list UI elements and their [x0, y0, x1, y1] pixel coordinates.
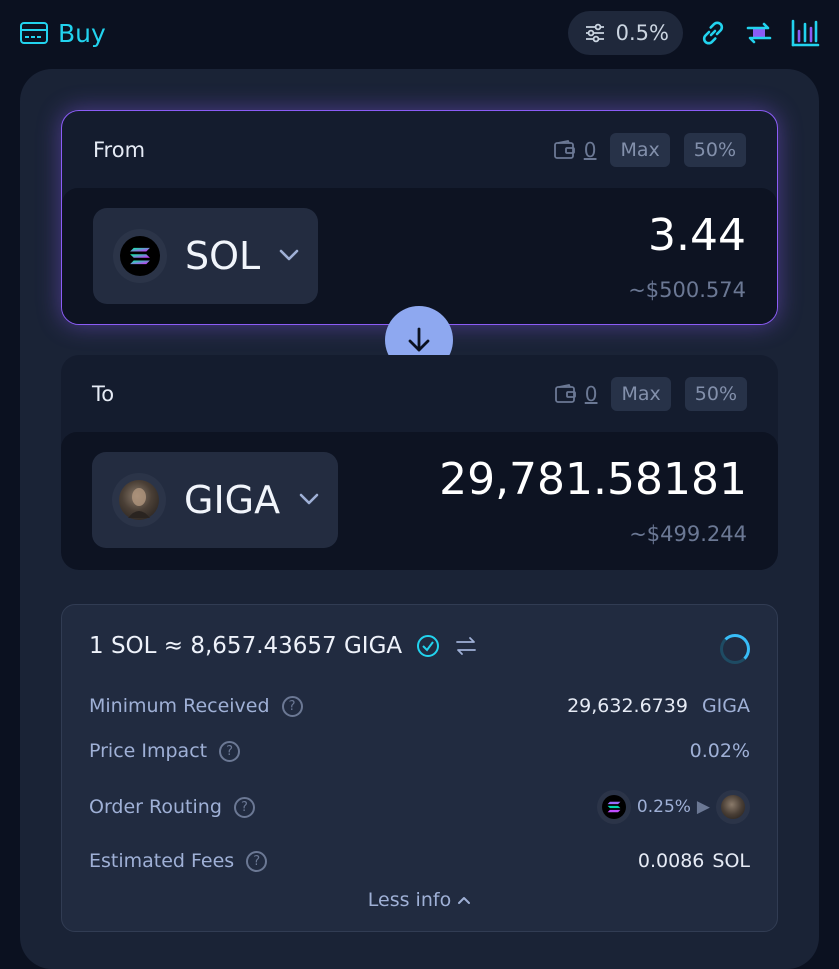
- giga-logo-icon: [716, 790, 750, 824]
- from-balance[interactable]: 0: [553, 137, 597, 162]
- from-half-button[interactable]: 50%: [683, 132, 746, 167]
- from-amount-input[interactable]: 3.44: [648, 210, 746, 261]
- exchange-rate: 1 SOL ≈ 8,657.43657 GIGA: [89, 633, 478, 659]
- wallet-icon: [554, 383, 576, 403]
- min-received-row: Minimum Received ? 29,632.6739 GIGA: [89, 695, 750, 717]
- arrow-down-icon: [408, 327, 430, 352]
- order-routing-label: Order Routing: [89, 796, 222, 818]
- giga-logo-icon: [112, 473, 166, 527]
- price-impact-value: 0.02%: [689, 740, 750, 762]
- swap-arrows-icon: [746, 22, 772, 44]
- swap-details: 1 SOL ≈ 8,657.43657 GIGA Minimum Receive…: [61, 604, 778, 932]
- fees-value: 0.0086: [637, 850, 705, 872]
- top-bar: Buy 0.5%: [0, 0, 839, 66]
- chevron-down-icon: [298, 491, 320, 510]
- route-path[interactable]: 0.25% ▶: [596, 790, 750, 824]
- to-token-name: GIGA: [184, 478, 281, 522]
- slippage-button[interactable]: 0.5%: [567, 11, 683, 55]
- wallet-icon: [553, 139, 575, 159]
- buy-tab[interactable]: Buy: [20, 19, 106, 48]
- sol-logo-icon: [596, 790, 631, 824]
- min-received-unit: GIGA: [701, 695, 750, 717]
- refresh-spinner-icon[interactable]: [720, 634, 750, 664]
- to-card-header: To 0 Max 50%: [61, 355, 778, 432]
- to-balance-group: 0 Max 50%: [554, 376, 747, 411]
- chevron-down-icon: [278, 247, 300, 266]
- from-token-selector[interactable]: SOL: [93, 208, 319, 304]
- min-received-value: 29,632.6739: [567, 695, 688, 717]
- order-routing-row: Order Routing ? 0.25% ▶: [89, 790, 750, 824]
- estimated-fees-row: Estimated Fees ? 0.0086 SOL: [89, 850, 750, 872]
- swap-rate-icon[interactable]: [454, 634, 478, 658]
- to-card: To 0 Max 50% GIGA 29,781.58181 ~$499.244: [61, 355, 778, 570]
- share-link-button[interactable]: [697, 17, 729, 49]
- help-icon[interactable]: ?: [246, 850, 268, 872]
- to-token-selector[interactable]: GIGA: [92, 452, 339, 548]
- chevron-up-icon: [458, 897, 471, 904]
- less-info-label: Less info: [367, 889, 452, 911]
- from-token-name: SOL: [185, 234, 261, 278]
- slippage-value: 0.5%: [615, 21, 669, 45]
- verified-check-icon: [417, 635, 440, 657]
- from-input-area: SOL 3.44 ~$500.574: [62, 188, 777, 324]
- min-received-label: Minimum Received: [89, 695, 270, 717]
- sliders-icon: [585, 23, 604, 43]
- to-balance-value: 0: [584, 381, 598, 406]
- card-icon: [20, 22, 48, 44]
- to-usd-value: ~$499.244: [629, 522, 747, 546]
- top-actions: 0.5%: [567, 11, 821, 55]
- to-input-area: GIGA 29,781.58181 ~$499.244: [61, 432, 778, 570]
- from-card: From 0 Max 50% SOL 3.44 ~$500.574: [61, 110, 778, 325]
- chart-button[interactable]: [789, 17, 821, 49]
- from-usd-value: ~$500.574: [628, 278, 746, 302]
- price-impact-label: Price Impact: [89, 740, 208, 762]
- from-balance-group: 0 Max 50%: [553, 132, 746, 167]
- link-icon: [702, 21, 724, 45]
- to-amount-output: 29,781.58181: [439, 454, 747, 505]
- buy-label: Buy: [58, 18, 106, 48]
- to-title: To: [92, 381, 115, 406]
- swap-panel: From 0 Max 50% SOL 3.44 ~$500.574 To 0 M…: [20, 69, 819, 969]
- routing-percent: 0.25%: [636, 797, 691, 817]
- less-info-toggle[interactable]: Less info: [62, 889, 777, 911]
- from-card-header: From 0 Max 50%: [62, 111, 777, 188]
- to-max-button[interactable]: Max: [611, 376, 671, 411]
- estimated-fees-label: Estimated Fees: [89, 850, 235, 872]
- swap-mode-button[interactable]: [743, 17, 775, 49]
- to-half-button[interactable]: 50%: [684, 376, 747, 411]
- from-max-button[interactable]: Max: [610, 132, 670, 167]
- from-title: From: [93, 137, 146, 162]
- fees-unit: SOL: [712, 850, 750, 872]
- help-icon[interactable]: ?: [281, 695, 303, 717]
- price-impact-row: Price Impact ? 0.02%: [89, 740, 750, 762]
- help-icon[interactable]: ?: [219, 740, 241, 762]
- bar-chart-icon: [791, 19, 820, 47]
- to-balance[interactable]: 0: [554, 381, 598, 406]
- sol-logo-icon: [113, 229, 167, 283]
- from-balance-value: 0: [583, 137, 597, 162]
- help-icon[interactable]: ?: [233, 796, 255, 818]
- rate-text: 1 SOL ≈ 8,657.43657 GIGA: [89, 633, 403, 659]
- route-arrow: ▶: [696, 797, 710, 817]
